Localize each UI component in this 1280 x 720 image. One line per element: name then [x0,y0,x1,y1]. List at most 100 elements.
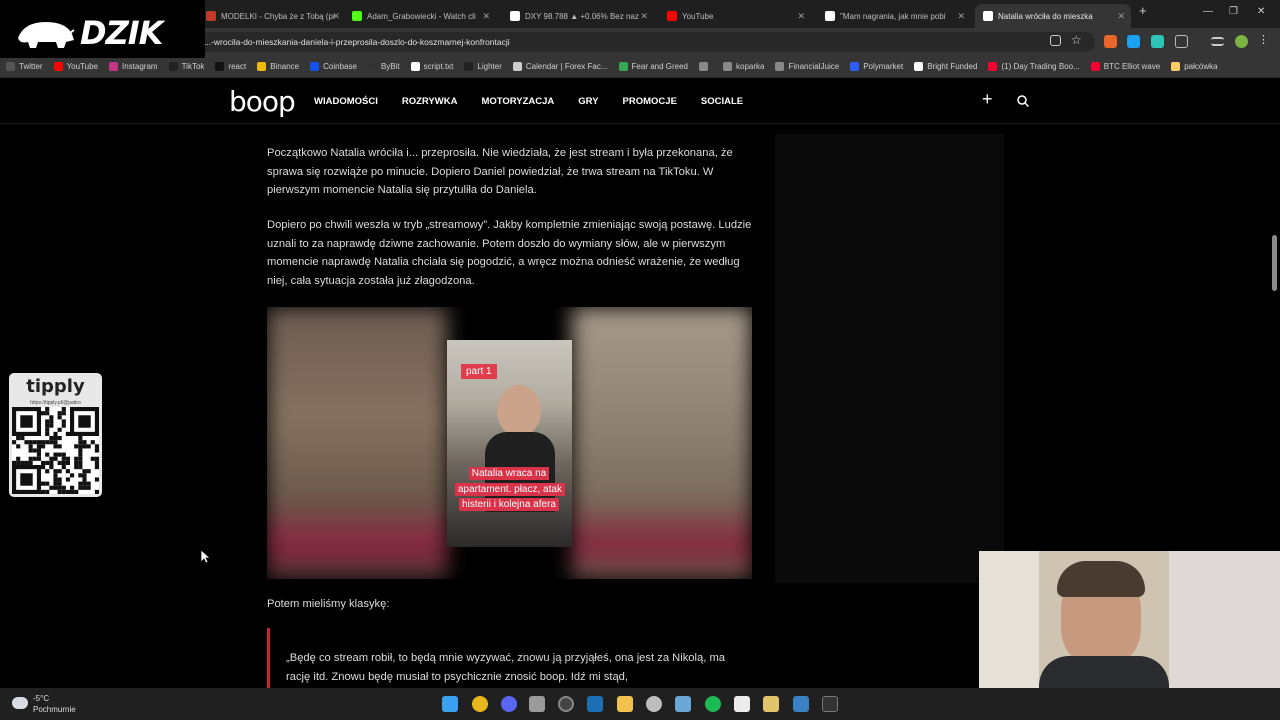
nav-item-rozrywka[interactable]: ROZRYWKA [402,96,458,107]
nav-item-gry[interactable]: GRY [578,96,598,107]
webcam-background [1169,551,1280,688]
extensions-puzzle-icon[interactable] [1175,35,1188,48]
bookmark-item[interactable]: Instagram [109,62,158,71]
file-explorer-icon[interactable] [617,696,633,712]
article-paragraph: Potem mieliśmy klasykę: [267,598,390,610]
steam-icon[interactable] [587,696,603,712]
bookmark-item[interactable]: Binance [257,62,299,71]
browser-tab[interactable]: Adam_Grabowiecki - Watch cli ✕ [344,4,496,28]
page-scrollbar-thumb[interactable] [1272,235,1277,291]
start-windows-icon[interactable] [442,696,458,712]
nav-item-motoryzacja[interactable]: MOTORYZACJA [481,96,554,107]
bookmark-item[interactable]: ByBit [367,62,400,71]
app-icon[interactable] [529,696,545,712]
bookmark-item[interactable]: koparka [723,62,764,71]
bookmark-item[interactable]: Coinbase [310,62,357,71]
reading-list-icon[interactable] [1211,37,1224,46]
bookmark-favicon [6,62,15,71]
bookmark-item[interactable]: Lighter [464,62,502,71]
tab-label: MODELKI - Chyba że z Tobą (pr [221,11,336,21]
bookmark-item[interactable]: Twitter [6,62,43,71]
terminal-icon[interactable] [822,696,838,712]
browser-tab-active[interactable]: Natalia wróciła do mieszka ✕ [975,4,1131,28]
video-caption: Natalia wraca na apartament. płacz, atak… [455,467,565,511]
bookmark-item[interactable]: BTC Elliot wave [1090,62,1160,71]
bookmark-item[interactable]: FinancialJuice [775,62,839,71]
close-icon[interactable]: ✕ [1117,11,1125,22]
browser-tab[interactable]: YouTube ✕ [659,4,811,28]
bookmark-item[interactable]: script.txt [410,62,453,71]
bookmark-star-icon[interactable]: ☆ [1071,33,1084,47]
extension-icon[interactable] [1127,35,1140,48]
close-icon[interactable]: ✕ [797,11,805,22]
bookmark-favicon [618,62,628,71]
boar-icon [18,22,75,48]
bookmark-item[interactable]: YouTube [53,62,98,71]
bookmark-label: Binance [270,62,300,71]
obs-icon[interactable] [558,696,574,712]
new-tab-icon[interactable]: + [1139,3,1147,18]
video-caption-box: Natalia wraca na apartament. płacz, atak… [455,466,565,513]
menu-kebab-icon[interactable]: ⋮ [1258,33,1271,46]
bookmark-favicon [512,62,522,71]
site-logo[interactable]: boop [229,85,296,118]
close-icon[interactable]: ✕ [640,11,648,22]
tab-favicon [667,11,677,21]
app-icon[interactable] [675,696,691,712]
video-blur-left [267,307,447,579]
bookmark-item[interactable]: Polymarket [850,62,903,71]
browser-tab[interactable]: MODELKI - Chyba że z Tobą (pr ✕ [198,4,346,28]
nav-item-wiadomosci[interactable]: WIADOMOŚCI [314,96,378,107]
tipply-logo: tipply [26,376,85,397]
bookmark-item[interactable]: Bright Funded [914,62,977,71]
minimize-icon[interactable]: — [1203,6,1213,17]
article-paragraph: Dopiero po chwili weszła w tryb „streamo… [267,219,752,287]
bookmark-item[interactable]: pałcówka [1171,62,1218,71]
browser-tab[interactable]: DXY 98.788 ▲ +0.06% Bez naz ✕ [502,4,654,28]
tab-favicon [352,11,362,21]
photos-icon[interactable] [793,696,809,712]
nav-item-sociale[interactable]: SOCIALE [701,96,743,107]
close-icon[interactable]: ✕ [482,11,490,22]
spotify-icon[interactable] [705,696,721,712]
address-bar[interactable]: ...-wrocila-do-mieszkania-daniela-i-prze… [190,32,1095,52]
bookmark-favicon [53,62,63,71]
maximize-icon[interactable]: ❐ [1229,6,1238,17]
bookmark-label: Lighter [477,62,502,71]
bookmark-item[interactable]: react [215,62,246,71]
bookmark-item[interactable]: Fear and Greed [618,62,689,71]
app-icon[interactable] [646,696,662,712]
profile-avatar[interactable] [1235,35,1248,48]
weather-desc: Pochmurnie [33,705,76,714]
extension-icon[interactable] [1104,35,1117,48]
bookmark-item[interactable]: Calendar | Forex Fac... [512,62,608,71]
bookmark-item[interactable]: (1) Day Trading Boo... [988,62,1080,71]
bookmark-label: FinancialJuice [788,62,840,71]
close-icon[interactable]: ✕ [957,11,965,22]
bookmark-item[interactable]: TikTok [168,62,204,71]
bookmark-item[interactable] [699,62,712,71]
install-app-icon[interactable] [1050,35,1061,46]
discord-icon[interactable] [501,696,517,712]
bookmark-favicon [257,62,267,71]
nav-item-promocje[interactable]: PROMOCJE [623,96,677,107]
tiktok-embed-video[interactable]: part 1 Natalia wraca na apartament. płac… [267,307,752,579]
bookmark-label: koparka [736,62,765,71]
video-frame: part 1 Natalia wraca na apartament. płac… [447,340,572,547]
extension-icon[interactable] [1151,35,1164,48]
bookmark-label: react [228,62,247,71]
browser-tab[interactable]: "Mam nagrania, jak mnie pobi ✕ [817,4,971,28]
bookmark-favicon [109,62,118,71]
bookmark-label: (1) Day Trading Boo... [1001,62,1080,71]
window-close-icon[interactable]: ✕ [1257,6,1265,17]
search-icon[interactable] [1017,95,1029,107]
plus-icon[interactable]: + [982,89,993,110]
bookmark-label: Fear and Greed [631,62,689,71]
notepad-icon[interactable] [763,696,779,712]
app-icon[interactable] [734,696,750,712]
close-icon[interactable]: ✕ [332,11,340,22]
tipply-qr-widget: tipply https://tipply.pl/@patiro [9,373,102,497]
chrome-icon[interactable] [472,696,488,712]
tab-favicon [983,11,993,21]
article-paragraph: Początkowo Natalia wróciła i... przepros… [267,147,733,197]
